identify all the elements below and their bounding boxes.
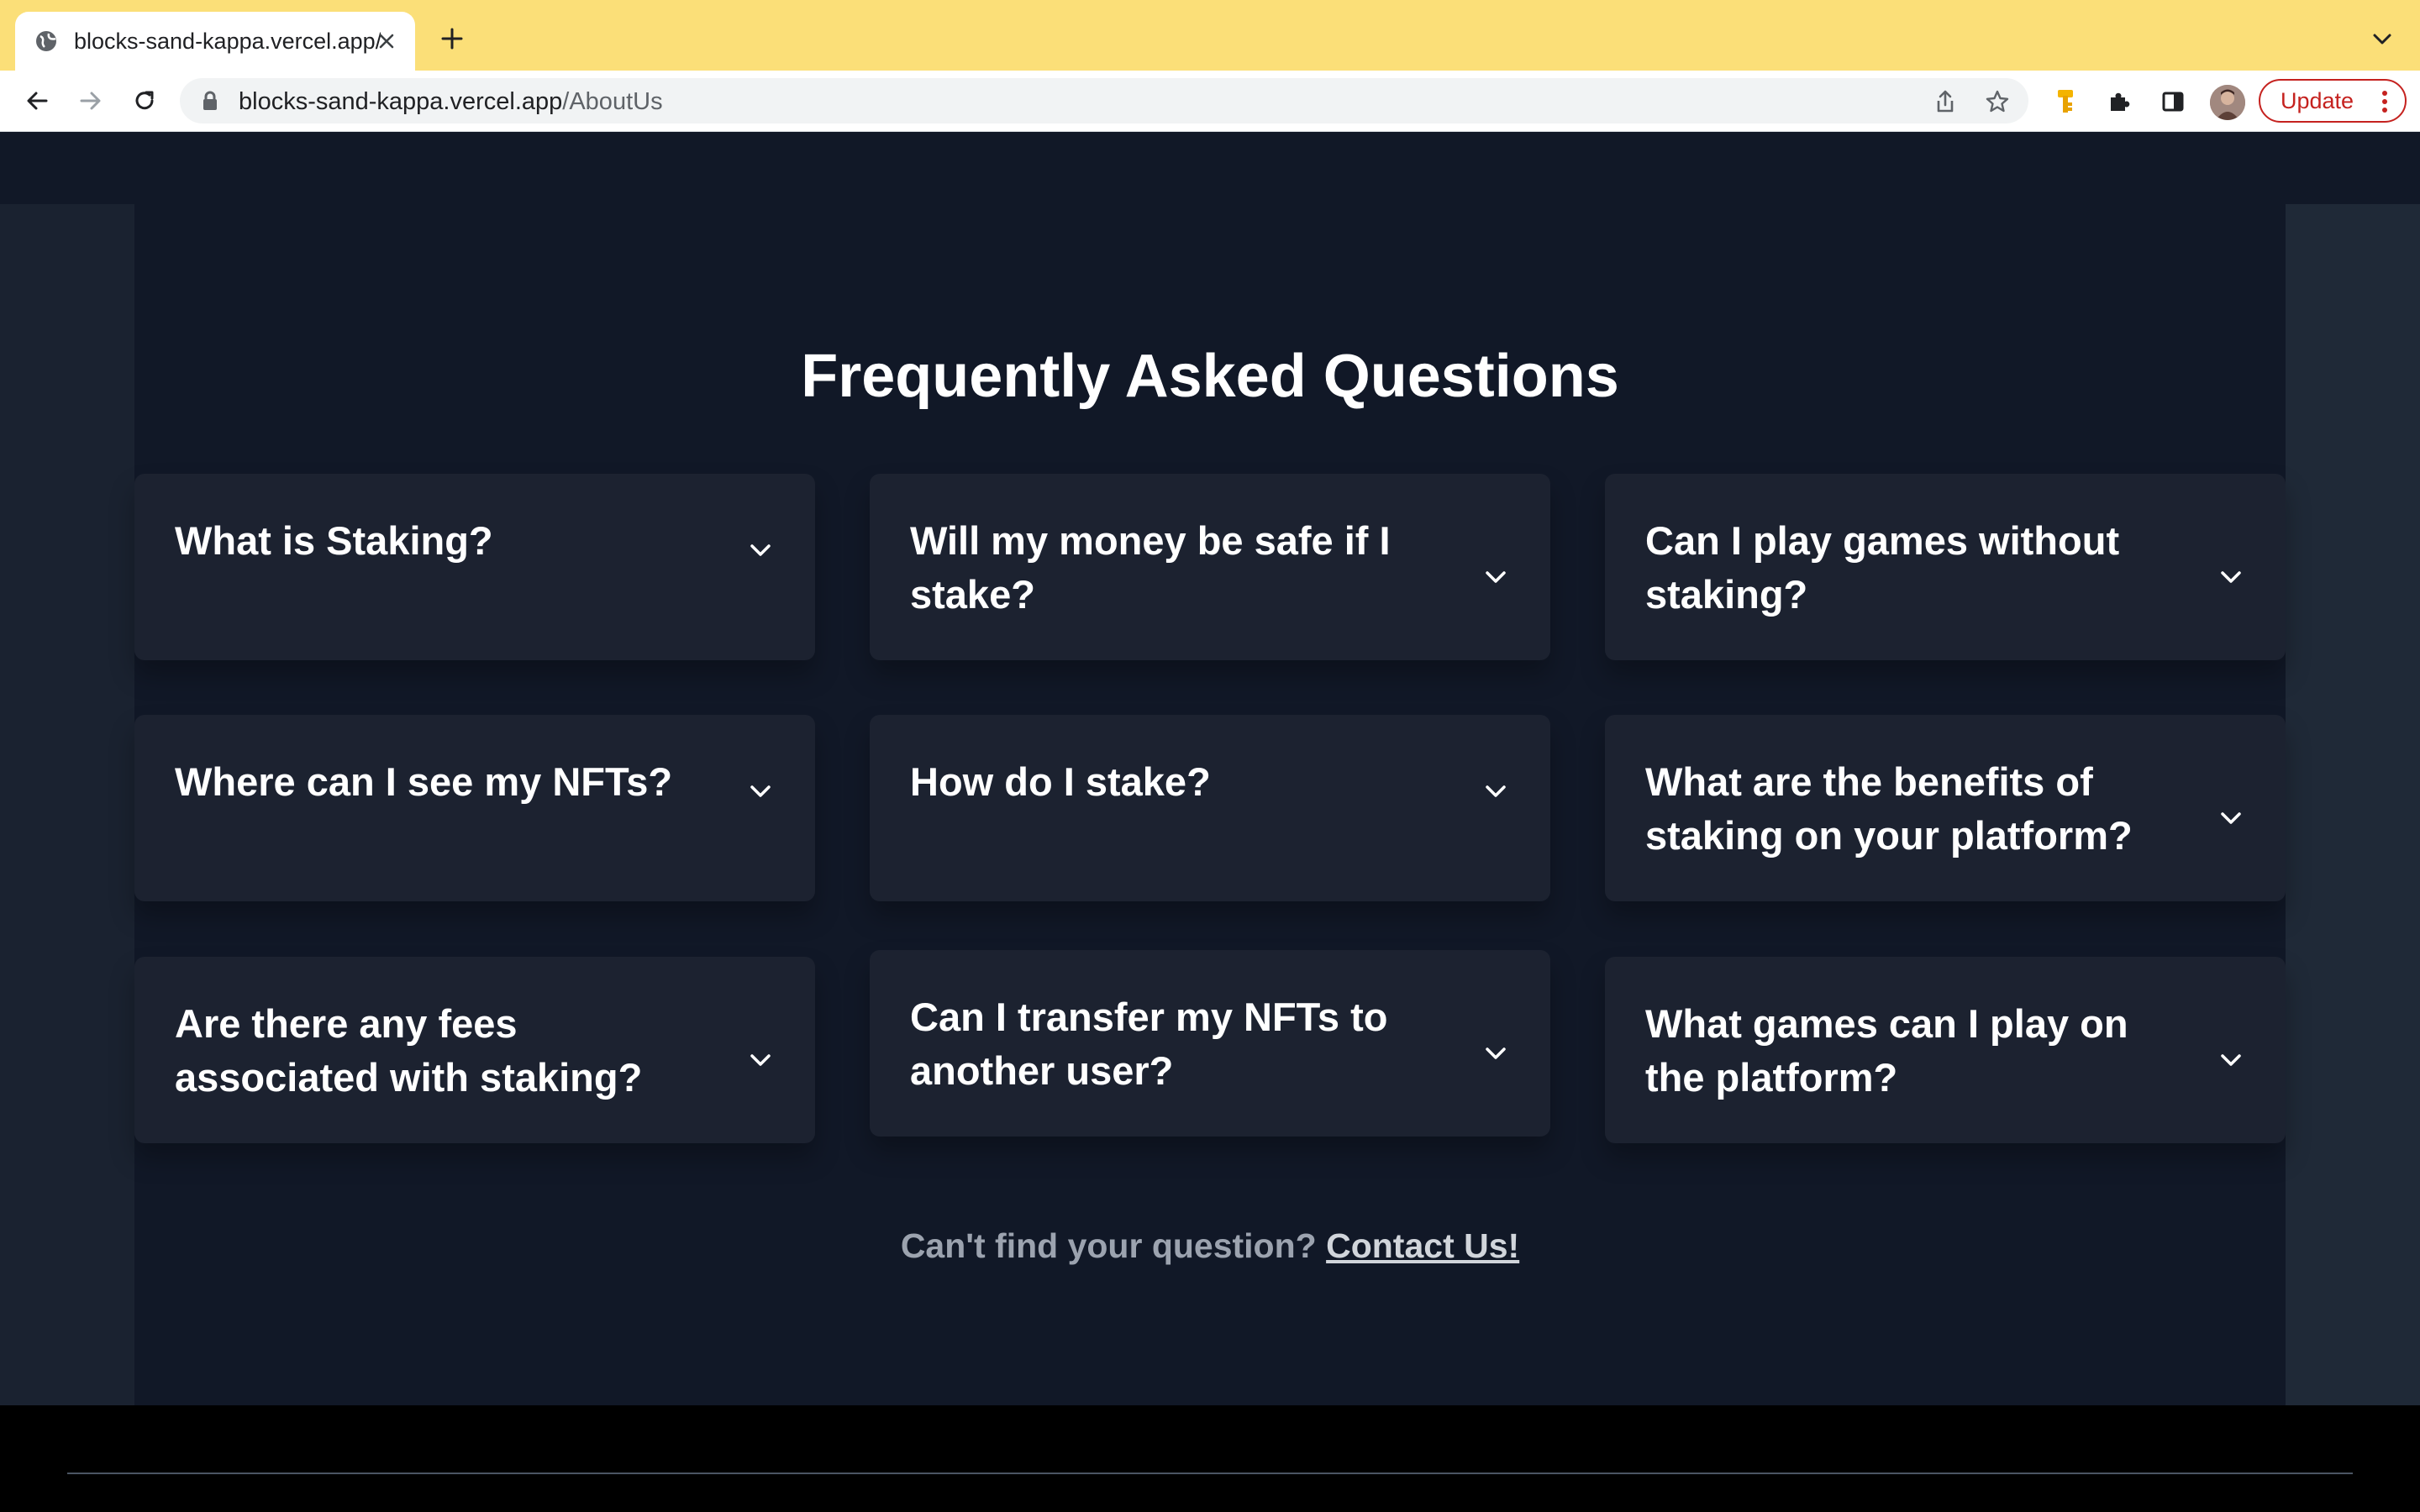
faq-item[interactable]: Will my money be safe if I stake? — [870, 474, 1550, 660]
forward-icon[interactable] — [72, 82, 109, 119]
faq-question: Can I play games without staking? — [1645, 518, 2120, 617]
footer — [0, 1405, 2420, 1512]
puzzle-icon[interactable] — [2104, 87, 2134, 117]
more-vert-icon[interactable] — [2376, 89, 2393, 114]
faq-question: Are there any fees associated with staki… — [175, 1001, 643, 1100]
chevron-down-icon[interactable] — [2217, 563, 2245, 591]
faq-question: Where can I see my NFTs? — [175, 759, 673, 804]
side-panel-icon[interactable] — [2158, 87, 2188, 117]
browser-tab[interactable]: blocks-sand-kappa.vercel.app/AboutUs — [15, 12, 415, 71]
url-text: blocks-sand-kappa.vercel.app/AboutUs — [239, 88, 663, 115]
page-content: Frequently Asked Questions What is Staki… — [0, 132, 2420, 1512]
faq-question: Will my money be safe if I stake? — [910, 518, 1391, 617]
chevron-down-icon[interactable] — [746, 777, 775, 806]
key-extension-icon[interactable] — [2050, 87, 2081, 117]
chevron-down-icon[interactable] — [746, 536, 775, 564]
chevron-down-icon[interactable] — [746, 1046, 775, 1074]
update-button[interactable]: Update — [2259, 79, 2407, 123]
chevron-down-icon[interactable] — [1481, 1039, 1510, 1068]
tab-search-icon[interactable] — [2368, 25, 2396, 54]
contact-prefix: Can't find your question? — [900, 1226, 1317, 1265]
browser-toolbar: blocks-sand-kappa.vercel.app/AboutUs Upd… — [0, 71, 2420, 133]
tab-strip: blocks-sand-kappa.vercel.app/AboutUs — [0, 0, 2420, 71]
chevron-down-icon[interactable] — [1481, 563, 1510, 591]
chevron-down-icon[interactable] — [2217, 804, 2245, 832]
faq-question: What are the benefits of staking on your… — [1645, 759, 2133, 858]
faq-question: What games can I play on the platform? — [1645, 1001, 2128, 1100]
update-label: Update — [2281, 87, 2354, 113]
faq-item[interactable]: Are there any fees associated with staki… — [134, 957, 815, 1143]
contact-prompt: Can't find your question? Contact Us! — [0, 1222, 2420, 1269]
new-tab-button[interactable] — [435, 22, 469, 55]
url-host: blocks-sand-kappa.vercel.app — [239, 88, 563, 115]
faq-item[interactable]: What is Staking? — [134, 474, 815, 660]
faq-item[interactable]: Can I play games without staking? — [1605, 474, 2286, 660]
faq-title: Frequently Asked Questions — [801, 343, 1619, 410]
tab-title: blocks-sand-kappa.vercel.app/AboutUs — [74, 29, 381, 54]
faq-question: Can I transfer my NFTs to another user? — [910, 995, 1388, 1093]
share-icon[interactable] — [1931, 87, 1960, 116]
chevron-down-icon[interactable] — [2217, 1046, 2245, 1074]
star-icon[interactable] — [1983, 87, 2012, 116]
address-bar[interactable]: blocks-sand-kappa.vercel.app/AboutUs — [180, 78, 2028, 123]
globe-icon — [34, 29, 59, 54]
faq-item[interactable]: What are the benefits of staking on your… — [1605, 715, 2286, 901]
contact-us-link[interactable]: Contact Us! — [1326, 1226, 1519, 1265]
faq-question: How do I stake? — [910, 759, 1211, 804]
chevron-down-icon[interactable] — [1481, 777, 1510, 806]
faq-item[interactable]: How do I stake? — [870, 715, 1550, 901]
lock-icon[interactable] — [198, 89, 222, 113]
close-icon[interactable] — [371, 26, 402, 56]
faq-question: What is Staking? — [175, 518, 493, 563]
faq-item[interactable]: What games can I play on the platform? — [1605, 957, 2286, 1143]
faq-item[interactable]: Where can I see my NFTs? — [134, 715, 815, 901]
url-path: /AboutUs — [562, 88, 663, 115]
back-icon[interactable] — [18, 82, 55, 119]
faq-item[interactable]: Can I transfer my NFTs to another user? — [870, 950, 1550, 1137]
footer-divider — [67, 1473, 2353, 1474]
reload-icon[interactable] — [126, 82, 163, 119]
profile-avatar[interactable] — [2210, 85, 2245, 120]
